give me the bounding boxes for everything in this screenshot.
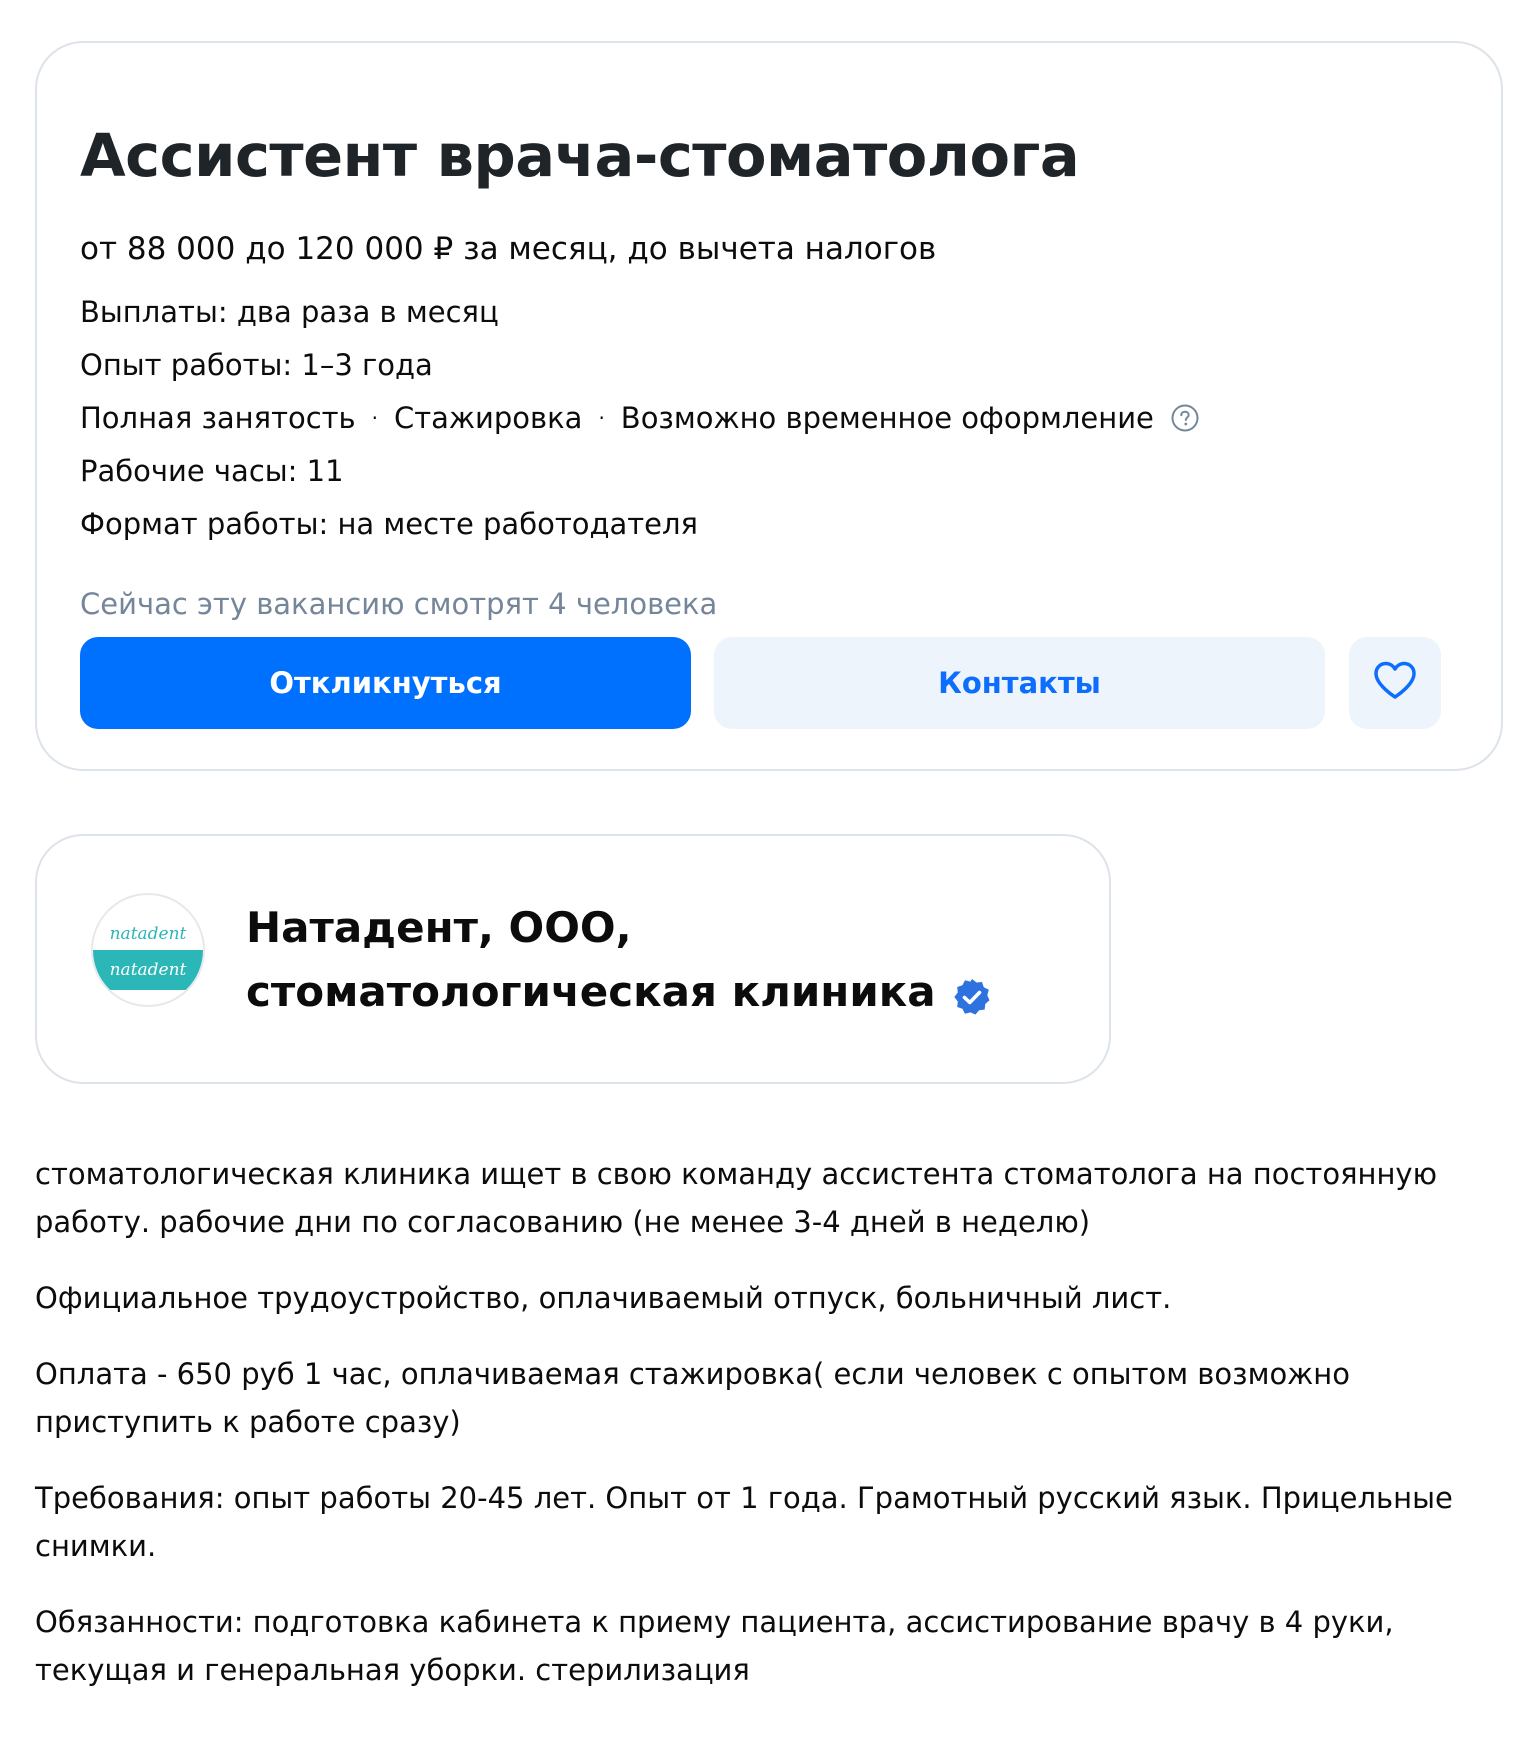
description-paragraph: Оплата - 650 руб 1 час, оплачиваемая ста… — [35, 1357, 1351, 1439]
vacancy-title: Ассистент врача-стоматолога — [80, 121, 1080, 190]
separator-dot: · — [598, 406, 605, 430]
separator-dot: · — [371, 406, 379, 430]
employer-name[interactable]: Натадент, ООО, стоматологическая клиника — [246, 896, 1066, 1024]
employer-name-text[interactable]: Натадент, ООО, стоматологическая клиника — [246, 903, 936, 1016]
employment-types: Полная занятость · Стажировка · Возможно… — [80, 401, 1200, 435]
hours-info: Рабочие часы: 11 — [80, 454, 344, 488]
employer-logo[interactable]: natadent natadent — [91, 893, 205, 1007]
favorite-button[interactable] — [1349, 637, 1441, 729]
vacancy-page: Ассистент врача-стоматолога от 88 000 до… — [0, 0, 1540, 1756]
description-paragraph: Обязанности: подготовка кабинета к прием… — [35, 1605, 1394, 1687]
logo-text: natadent — [109, 924, 187, 944]
description-paragraph: Официальное трудоустройство, оплачиваемы… — [35, 1281, 1172, 1315]
description-paragraph: Требования: опыт работы 20-45 лет. Опыт … — [35, 1481, 1453, 1563]
employment-type-internship: Стажировка — [394, 401, 583, 435]
experience-info: Опыт работы: 1–3 года — [80, 348, 433, 382]
payments-info: Выплаты: два раза в месяц — [80, 295, 499, 329]
employer-card[interactable]: natadent natadent Натадент, ООО, стомато… — [35, 834, 1111, 1084]
employment-type-full: Полная занятость — [80, 401, 356, 435]
work-format-info: Формат работы: на месте работодателя — [80, 507, 699, 541]
logo-band-text: natadent — [93, 950, 203, 990]
vacancy-description: стоматологическая клиника ищет в свою ко… — [35, 1150, 1505, 1722]
apply-button[interactable]: Откликнуться — [80, 637, 691, 729]
employment-type-temporary: Возможно временное оформление — [620, 401, 1154, 435]
question-circle-icon[interactable] — [1170, 403, 1200, 433]
contacts-button[interactable]: Контакты — [714, 637, 1325, 729]
vacancy-card: Ассистент врача-стоматолога от 88 000 до… — [35, 41, 1503, 771]
verified-check-icon — [952, 971, 992, 1014]
heart-icon — [1372, 660, 1418, 707]
salary: от 88 000 до 120 000 ₽ за месяц, до выче… — [80, 231, 937, 267]
description-paragraph: стоматологическая клиника ищет в свою ко… — [35, 1157, 1438, 1239]
viewers-count: Сейчас эту вакансию смотрят 4 человека — [80, 587, 718, 621]
